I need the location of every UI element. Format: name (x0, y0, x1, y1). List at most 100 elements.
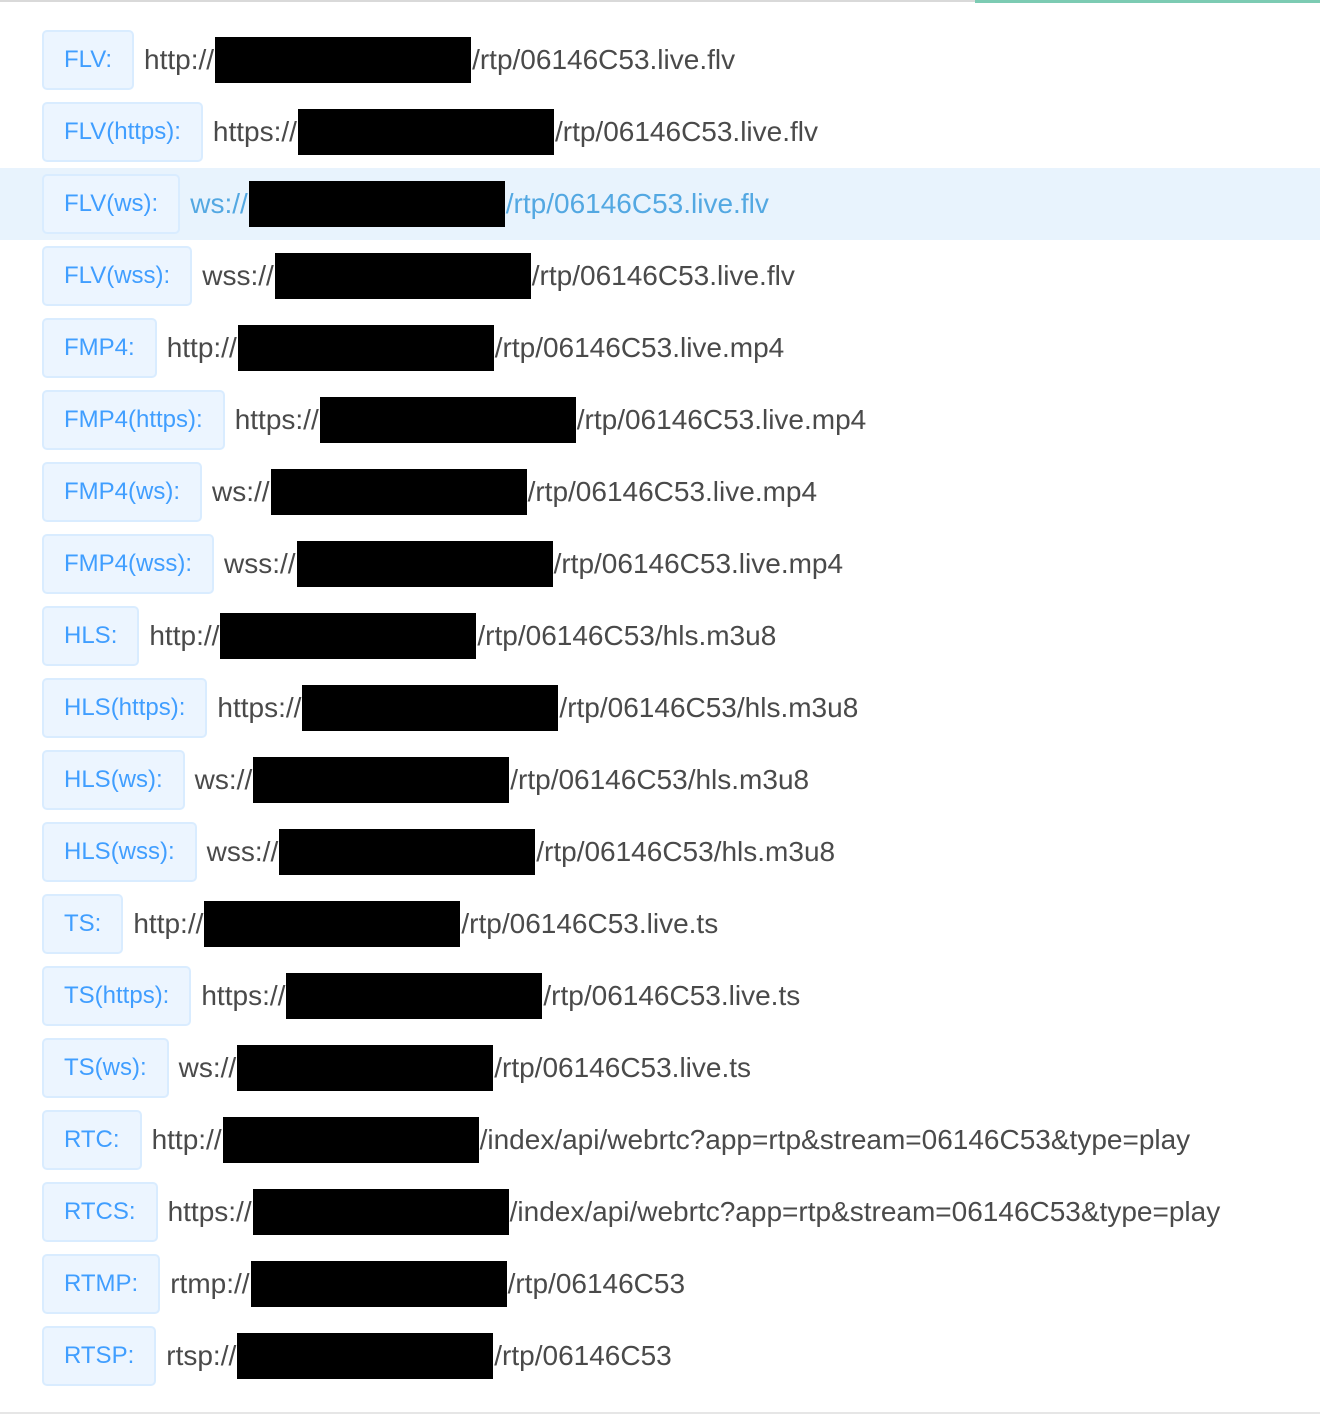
redacted-host (222, 1117, 479, 1163)
url-scheme: http:// (144, 44, 215, 75)
url-path: /rtp/06146C53.live.flv (554, 116, 819, 147)
stream-url[interactable]: https:// /index/api/webrtc?app=rtp&strea… (167, 1189, 1220, 1235)
url-scheme: http:// (149, 620, 220, 651)
protocol-tag: HLS(wss): (42, 822, 197, 882)
url-scheme: wss:// (224, 548, 296, 579)
stream-url[interactable]: ws:// /rtp/06146C53/hls.m3u8 (195, 757, 809, 803)
redacted-host (250, 1261, 507, 1307)
stream-row[interactable]: TS(ws): ws:// /rtp/06146C53.live.ts (0, 1032, 1320, 1104)
url-path: /rtp/06146C53 (507, 1268, 686, 1299)
url-scheme: ws:// (212, 476, 270, 507)
stream-row[interactable]: RTSP: rtsp:// /rtp/06146C53 (0, 1320, 1320, 1392)
protocol-tag: HLS: (42, 606, 140, 666)
stream-row[interactable]: FMP4: http:// /rtp/06146C53.live.mp4 (0, 312, 1320, 384)
url-scheme: http:// (151, 1124, 222, 1155)
url-path: /rtp/06146C53.live.flv (531, 260, 795, 291)
stream-row[interactable]: RTMP: rtmp:// /rtp/06146C53 (0, 1248, 1320, 1320)
redacted-host (279, 829, 536, 875)
redacted-host (274, 253, 531, 299)
protocol-tag: TS(ws): (42, 1038, 169, 1098)
stream-url[interactable]: wss:// /rtp/06146C53/hls.m3u8 (207, 829, 835, 875)
stream-row[interactable]: FLV(wss): wss:// /rtp/06146C53.live.flv (0, 240, 1320, 312)
stream-url[interactable]: rtmp:// /rtp/06146C53 (170, 1261, 685, 1307)
stream-url[interactable]: rtsp:// /rtp/06146C53 (166, 1333, 672, 1379)
stream-row[interactable]: TS: http:// /rtp/06146C53.live.ts (0, 888, 1320, 960)
redacted-host (270, 469, 527, 515)
url-scheme: https:// (217, 692, 302, 723)
url-path: /rtp/06146C53/hls.m3u8 (510, 764, 810, 795)
protocol-tag: FLV(wss): (42, 246, 193, 306)
stream-url[interactable]: https:// /rtp/06146C53/hls.m3u8 (217, 685, 858, 731)
redacted-host (319, 397, 576, 443)
protocol-tag: FMP4(wss): (42, 534, 214, 594)
url-scheme: rtsp:// (166, 1340, 237, 1371)
stream-url[interactable]: ws:// /rtp/06146C53.live.ts (179, 1045, 751, 1091)
url-scheme: ws:// (190, 188, 248, 219)
redacted-host (248, 181, 505, 227)
stream-url[interactable]: wss:// /rtp/06146C53.live.mp4 (224, 541, 843, 587)
stream-row[interactable]: HLS: http:// /rtp/06146C53/hls.m3u8 (0, 600, 1320, 672)
stream-url[interactable]: https:// /rtp/06146C53.live.mp4 (234, 397, 867, 443)
redacted-host (296, 541, 553, 587)
url-scheme: ws:// (178, 1052, 237, 1083)
url-scheme: https:// (234, 404, 319, 435)
redacted-host (237, 325, 494, 371)
redacted-host (220, 613, 477, 659)
redacted-host (237, 1045, 494, 1091)
top-accent-bar (975, 0, 1320, 3)
url-path: /rtp/06146C53/hls.m3u8 (536, 836, 836, 867)
protocol-tag: HLS(https): (42, 678, 208, 738)
redacted-host (297, 109, 554, 155)
url-scheme: ws:// (194, 764, 253, 795)
url-path: /rtp/06146C53.live.mp4 (576, 404, 867, 435)
url-scheme: https:// (212, 116, 297, 147)
stream-row[interactable]: RTCS: https:// /index/api/webrtc?app=rtp… (0, 1176, 1320, 1248)
url-scheme: wss:// (202, 260, 274, 291)
url-scheme: wss:// (206, 836, 279, 867)
redacted-host (302, 685, 559, 731)
protocol-tag: FLV: (42, 30, 135, 90)
stream-row[interactable]: HLS(wss): wss:// /rtp/06146C53/hls.m3u8 (0, 816, 1320, 888)
url-scheme: http:// (133, 908, 204, 939)
url-scheme: https:// (167, 1196, 252, 1227)
stream-row[interactable]: FLV: http:// /rtp/06146C53.live.flv (0, 24, 1320, 96)
stream-row[interactable]: TS(https): https:// /rtp/06146C53.live.t… (0, 960, 1320, 1032)
stream-url[interactable]: http:// /rtp/06146C53.live.ts (133, 901, 718, 947)
stream-url[interactable]: wss:// /rtp/06146C53.live.flv (202, 253, 795, 299)
stream-row[interactable]: FMP4(https): https:// /rtp/06146C53.live… (0, 384, 1320, 456)
protocol-tag: FMP4(ws): (42, 462, 202, 522)
redacted-host (204, 901, 461, 947)
stream-url[interactable]: https:// /rtp/06146C53.live.flv (213, 109, 818, 155)
url-scheme: https:// (201, 980, 286, 1011)
url-path: /rtp/06146C53.live.mp4 (494, 332, 785, 363)
redacted-host (286, 973, 543, 1019)
stream-url[interactable]: http:// /rtp/06146C53.live.flv (144, 37, 735, 83)
stream-url[interactable]: http:// /rtp/06146C53.live.mp4 (167, 325, 785, 371)
stream-row[interactable]: RTC: http:// /index/api/webrtc?app=rtp&s… (0, 1104, 1320, 1176)
protocol-tag: RTC: (42, 1110, 142, 1170)
stream-url[interactable]: ws:// /rtp/06146C53.live.mp4 (212, 469, 817, 515)
stream-row[interactable]: FLV(https): https:// /rtp/06146C53.live.… (0, 96, 1320, 168)
protocol-tag: FLV(ws): (42, 174, 181, 234)
stream-row[interactable]: HLS(ws): ws:// /rtp/06146C53/hls.m3u8 (0, 744, 1320, 816)
url-path: /rtp/06146C53.live.ts (543, 980, 801, 1011)
protocol-tag: RTCS: (42, 1182, 158, 1242)
protocol-tag: FLV(https): (42, 102, 203, 162)
stream-url[interactable]: http:// /rtp/06146C53/hls.m3u8 (149, 613, 776, 659)
url-scheme: rtmp:// (170, 1268, 250, 1299)
stream-url[interactable]: ws:// /rtp/06146C53.live.flv (190, 181, 769, 227)
stream-row-highlighted[interactable]: FLV(ws): ws:// /rtp/06146C53.live.flv (0, 168, 1320, 240)
stream-url[interactable]: https:// /rtp/06146C53.live.ts (201, 973, 800, 1019)
url-path: /rtp/06146C53.live.flv (472, 44, 736, 75)
protocol-tag: TS(https): (42, 966, 192, 1026)
url-path: /rtp/06146C53/hls.m3u8 (477, 620, 777, 651)
stream-row[interactable]: FMP4(wss): wss:// /rtp/06146C53.live.mp4 (0, 528, 1320, 600)
url-path: /rtp/06146C53.live.mp4 (527, 476, 818, 507)
url-path: /rtp/06146C53.live.ts (461, 908, 719, 939)
stream-row[interactable]: FMP4(ws): ws:// /rtp/06146C53.live.mp4 (0, 456, 1320, 528)
stream-row[interactable]: HLS(https): https:// /rtp/06146C53/hls.m… (0, 672, 1320, 744)
url-path: /rtp/06146C53 (494, 1340, 672, 1371)
url-path: /index/api/webrtc?app=rtp&stream=06146C5… (479, 1124, 1191, 1155)
stream-url[interactable]: http:// /index/api/webrtc?app=rtp&stream… (151, 1117, 1191, 1163)
url-path: /rtp/06146C53.live.flv (505, 188, 769, 219)
